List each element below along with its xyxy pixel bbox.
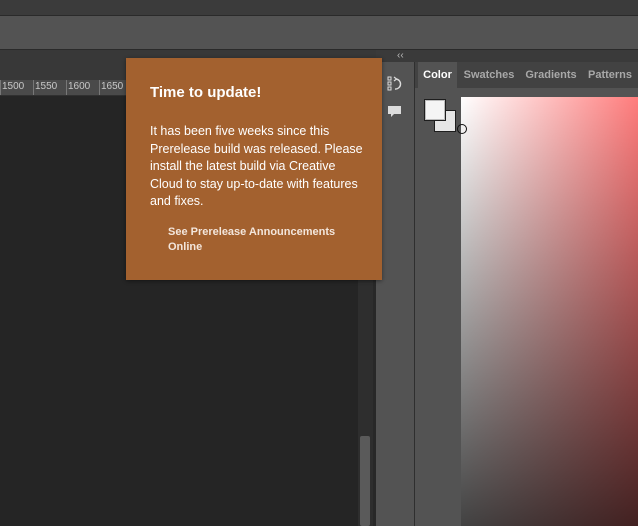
- color-picker-ring[interactable]: [457, 124, 467, 134]
- ruler-tick-label: 1500: [2, 81, 25, 92]
- tab-gradients[interactable]: Gradients: [521, 62, 581, 88]
- ruler-tick-line: [0, 80, 1, 95]
- panel-collapse-strip: [376, 50, 638, 62]
- prerelease-announcements-link[interactable]: See Prerelease Announcements Online: [168, 225, 358, 255]
- tab-swatches[interactable]: Swatches: [460, 62, 518, 88]
- ruler-tick-line: [66, 80, 67, 95]
- notification-message: It has been five weeks since this Prerel…: [150, 124, 363, 208]
- options-bar: [0, 16, 638, 50]
- ruler-tick-line: [99, 80, 100, 95]
- menu-bar: [0, 0, 638, 16]
- collapse-panels-icon[interactable]: ‹‹: [397, 50, 404, 62]
- scrollbar-thumb[interactable]: [360, 436, 370, 526]
- ruler-tick-label: 1600: [68, 81, 91, 92]
- color-picker-field[interactable]: [461, 97, 638, 526]
- history-icon-graphic: [387, 76, 402, 91]
- tab-color[interactable]: Color: [418, 62, 457, 88]
- ruler-tick-label: 1650: [101, 81, 124, 92]
- ruler-tick-label: 1550: [35, 81, 58, 92]
- comment-icon[interactable]: [386, 103, 404, 121]
- comment-icon-graphic: [388, 106, 401, 117]
- history-icon[interactable]: [386, 75, 404, 93]
- ruler-tick-line: [33, 80, 34, 95]
- foreground-color-swatch[interactable]: [424, 99, 446, 121]
- notification-title: Time to update!: [150, 84, 262, 101]
- tab-patterns[interactable]: Patterns: [584, 62, 636, 88]
